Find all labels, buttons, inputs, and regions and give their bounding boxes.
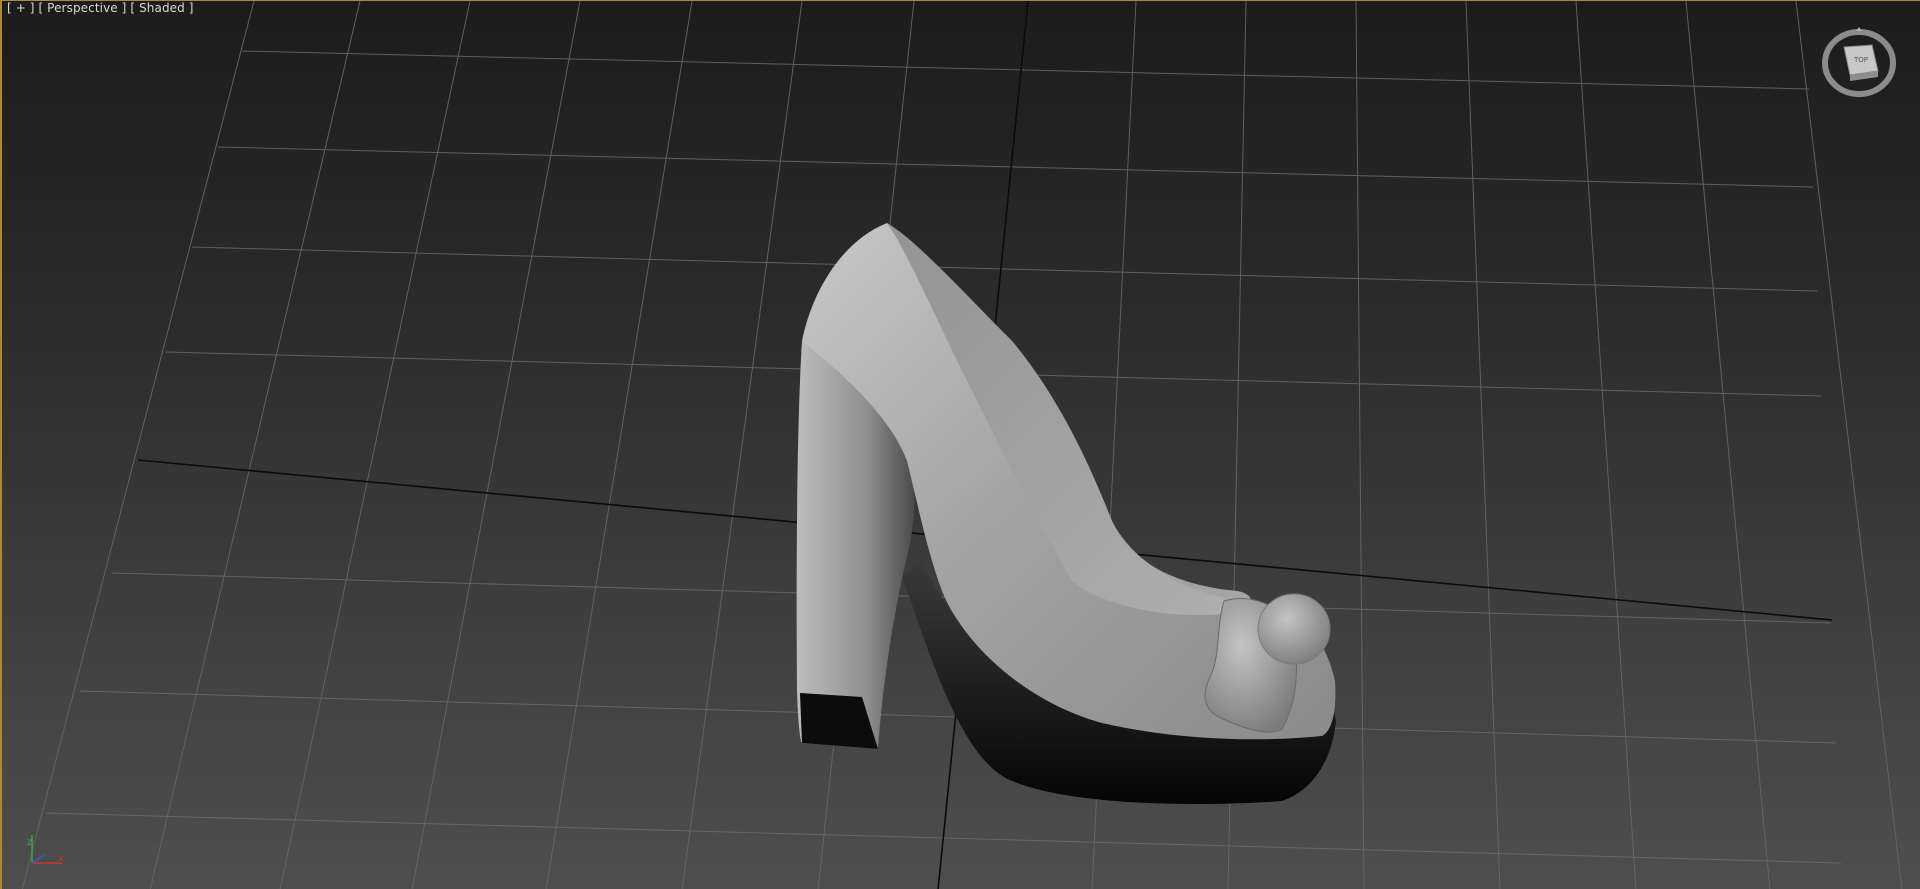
axis-z-label: z (27, 837, 32, 848)
viewcube-icon[interactable]: TOP (1820, 23, 1900, 99)
shoe-bow-button (1257, 593, 1331, 665)
viewport-scene[interactable] (2, 1, 1920, 889)
viewcube-face-label: TOP (1853, 56, 1868, 64)
viewport-point-of-view-menu[interactable]: [ Perspective ] (38, 1, 126, 15)
axis-x-label: x (58, 853, 64, 864)
axis-tripod: z x (24, 827, 74, 877)
viewport-label[interactable]: [ + ] [ Perspective ] [ Shaded ] (7, 1, 194, 15)
perspective-viewport[interactable]: [ + ] [ Perspective ] [ Shaded ] TOP z x (0, 0, 1920, 889)
shoe-model[interactable] (796, 223, 1336, 805)
viewport-shading-menu[interactable]: [ Shaded ] (130, 1, 193, 15)
viewport-menu-plus[interactable]: [ + ] (7, 1, 35, 15)
